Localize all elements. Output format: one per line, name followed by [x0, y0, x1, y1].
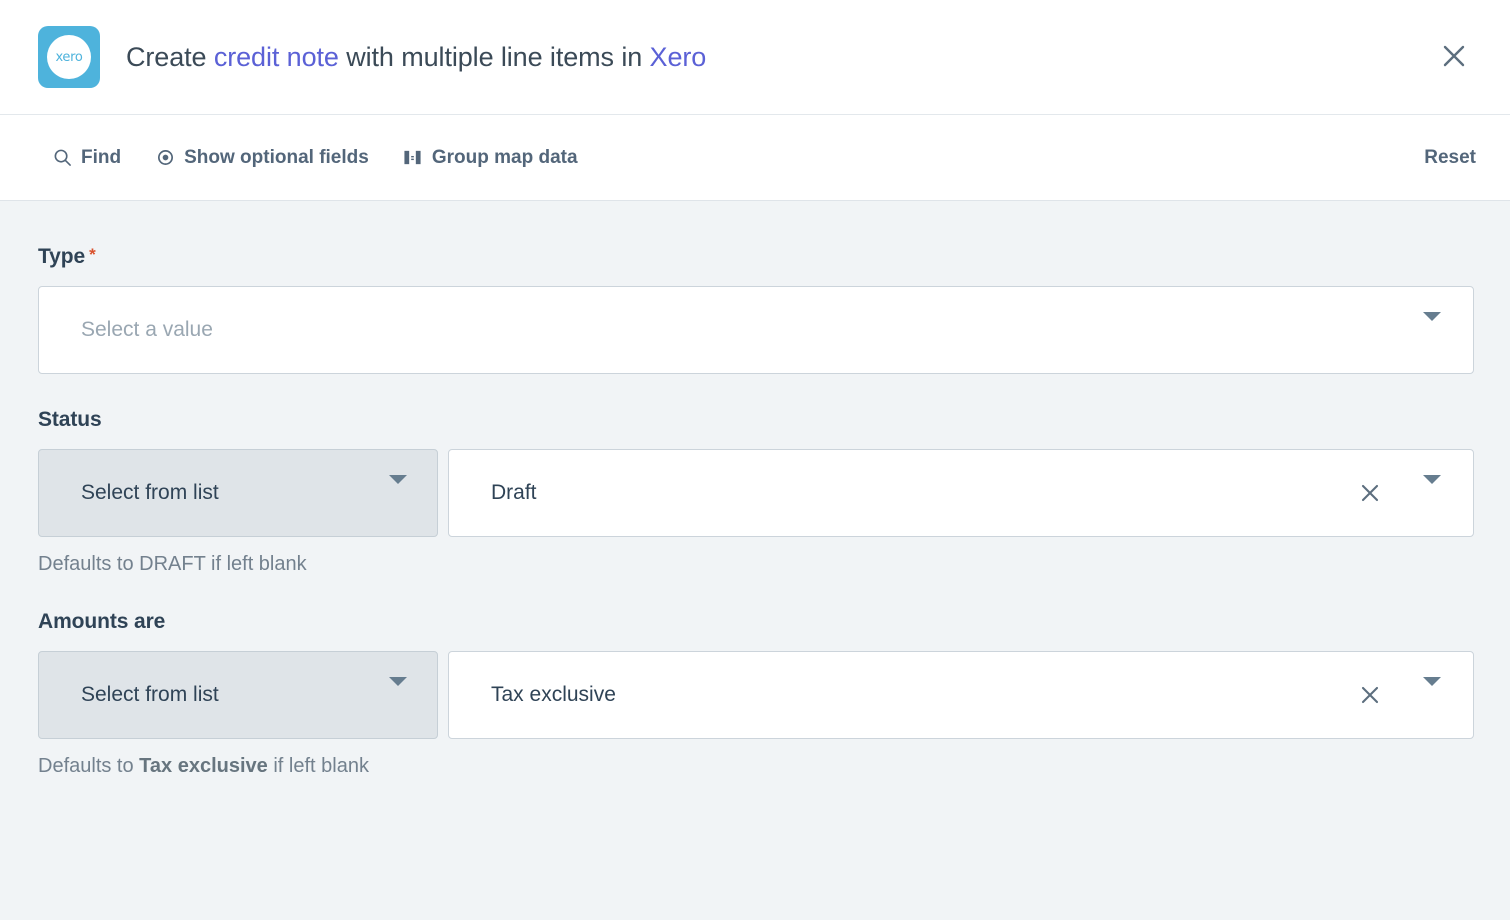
field-group-type: Type * Select a value	[38, 245, 1474, 374]
eye-icon	[155, 148, 175, 168]
amounts-are-helper-bold: Tax exclusive	[139, 755, 268, 777]
page-title: Create credit note with multiple line it…	[126, 42, 706, 73]
status-value-text: Draft	[491, 481, 537, 505]
show-optional-fields-button[interactable]: Show optional fields	[155, 147, 369, 169]
toolbar-actions: Find Show optional fields Group map	[52, 147, 578, 169]
field-group-amounts-are: Amounts are Select from list Tax exclusi…	[38, 610, 1474, 778]
group-map-data-label: Group map data	[432, 147, 578, 169]
toolbar: Find Show optional fields Group map	[0, 115, 1510, 201]
group-map-data-button[interactable]: Group map data	[403, 147, 578, 169]
clear-icon[interactable]	[1357, 682, 1383, 708]
status-helper-prefix: Defaults to DRAFT if left blank	[38, 553, 307, 575]
type-select-placeholder: Select a value	[81, 318, 213, 342]
amounts-are-mode-select[interactable]: Select from list	[38, 651, 438, 739]
field-group-status: Status Select from list Draft	[38, 408, 1474, 576]
title-segment-1: Create	[126, 42, 214, 72]
chevron-down-icon[interactable]	[1423, 321, 1441, 339]
form-body: Type * Select a value Status Select from…	[0, 201, 1510, 919]
chevron-down-icon[interactable]	[389, 484, 407, 502]
amounts-are-value-select[interactable]: Tax exclusive	[448, 651, 1474, 739]
label-status: Status	[38, 408, 1474, 432]
chevron-down-icon[interactable]	[389, 686, 407, 704]
amounts-are-helper-prefix: Defaults to	[38, 755, 139, 777]
close-icon	[1440, 42, 1468, 73]
show-optional-fields-label: Show optional fields	[184, 147, 369, 169]
find-button[interactable]: Find	[52, 147, 121, 169]
required-indicator: *	[89, 246, 96, 263]
label-type-text: Type	[38, 245, 85, 269]
chevron-down-icon[interactable]	[1423, 484, 1441, 502]
clear-icon[interactable]	[1357, 480, 1383, 506]
status-mode-select[interactable]: Select from list	[38, 449, 438, 537]
amounts-are-value-text: Tax exclusive	[491, 683, 616, 707]
xero-logo-text: xero	[55, 50, 82, 65]
status-mode-text: Select from list	[81, 481, 219, 505]
label-status-text: Status	[38, 408, 102, 432]
amounts-are-mode-text: Select from list	[81, 683, 219, 707]
xero-logo-icon: xero	[38, 26, 100, 88]
amounts-are-helper-text: Defaults to Tax exclusive if left blank	[38, 755, 1474, 778]
title-segment-2: with multiple line items in	[339, 42, 650, 72]
type-select[interactable]: Select a value	[38, 286, 1474, 374]
group-map-data-icon	[403, 148, 423, 168]
status-value-select[interactable]: Draft	[448, 449, 1474, 537]
search-icon	[52, 148, 72, 168]
close-button[interactable]	[1432, 35, 1476, 79]
label-type: Type *	[38, 245, 1474, 269]
reset-button[interactable]: Reset	[1424, 147, 1476, 169]
status-helper-text: Defaults to DRAFT if left blank	[38, 553, 1474, 576]
amounts-are-helper-suffix: if left blank	[268, 755, 369, 777]
title-accent-xero: Xero	[650, 42, 707, 72]
title-accent-credit-note: credit note	[214, 42, 339, 72]
label-amounts-are: Amounts are	[38, 610, 1474, 634]
xero-logo-disc: xero	[47, 35, 91, 79]
label-amounts-are-text: Amounts are	[38, 610, 165, 634]
status-control-row: Select from list Draft	[38, 449, 1474, 537]
find-label: Find	[81, 147, 121, 169]
chevron-down-icon[interactable]	[1423, 686, 1441, 704]
dialog-header: xero Create credit note with multiple li…	[0, 0, 1510, 115]
amounts-are-control-row: Select from list Tax exclusive	[38, 651, 1474, 739]
